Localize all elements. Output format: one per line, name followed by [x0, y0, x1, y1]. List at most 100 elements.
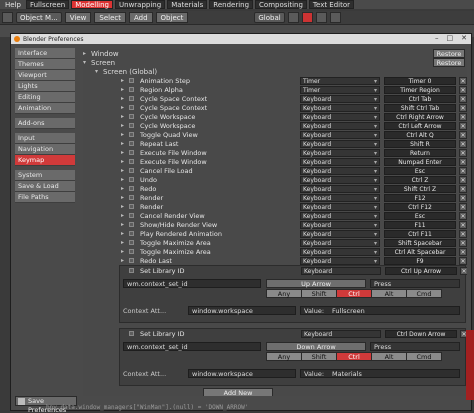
keymap-item-row[interactable]: ▸ Render Keyboard Ctrl F12✕ — [83, 202, 467, 211]
keymap-item-row[interactable]: ▸ Play Rendered Animation Keyboard Ctrl F11… — [83, 229, 467, 238]
active-checkbox[interactable] — [129, 168, 134, 173]
expand-triangle-icon[interactable]: ▸ — [121, 113, 124, 120]
keymap-item-row[interactable]: ▸ Cycle Workspace Keyboard Ctrl Left Arrow✕ — [83, 121, 467, 130]
key-combo-field[interactable]: F11 — [384, 221, 456, 229]
remove-item-icon[interactable]: ✕ — [459, 122, 467, 130]
keymap-item-row[interactable]: ▸ Redo Last Keyboard F9✕ — [83, 256, 467, 265]
map-type-select[interactable]: Timer — [300, 86, 380, 94]
active-checkbox[interactable] — [129, 141, 134, 146]
sidebar-item-viewport[interactable]: Viewport — [15, 70, 75, 81]
modifier-shift-toggle[interactable]: Shift — [301, 352, 337, 361]
expand-triangle-icon[interactable]: ▸ — [121, 140, 124, 147]
expand-triangle-icon[interactable]: ▸ — [121, 95, 124, 102]
active-checkbox[interactable] — [129, 132, 134, 137]
keymap-item-row[interactable]: ▸ Toggle Maximize Area Keyboard Ctrl Alt Sp… — [83, 247, 467, 256]
expand-triangle-icon[interactable]: ▸ — [121, 239, 124, 246]
expand-triangle-icon[interactable]: ▸ — [121, 185, 124, 192]
keymap-item-row[interactable]: ▸ Toggle Maximize Area Keyboard Shift Space… — [83, 238, 467, 247]
expand-triangle-icon[interactable]: ▸ — [121, 212, 124, 219]
map-type-select[interactable]: Keyboard — [300, 95, 380, 103]
remove-item-icon[interactable]: ✕ — [459, 86, 467, 94]
workspace-tab-unwrapping[interactable]: Unwrapping — [115, 0, 166, 9]
map-type-select[interactable]: Keyboard — [300, 230, 380, 238]
modifier-shift-toggle[interactable]: Shift — [301, 289, 337, 298]
restore-screen-button[interactable]: Restore — [433, 58, 465, 67]
active-checkbox[interactable] — [129, 195, 134, 200]
add-new-button[interactable]: Add New — [203, 388, 273, 396]
map-type-select[interactable]: Keyboard — [300, 167, 380, 175]
remove-item-icon[interactable]: ✕ — [459, 212, 467, 220]
map-type-select[interactable]: Keyboard — [300, 122, 380, 130]
expand-triangle-icon[interactable]: ▸ — [121, 176, 124, 183]
overlay-icon[interactable] — [329, 12, 341, 23]
map-type-select[interactable]: Keyboard — [301, 267, 381, 275]
key-combo-field[interactable]: Ctrl Alt Q — [384, 131, 456, 139]
keymap-item-row[interactable]: ▸ Cancel Render View Keyboard Esc✕ — [83, 211, 467, 220]
active-checkbox[interactable] — [129, 177, 134, 182]
key-combo-field[interactable]: Shift Ctrl Tab — [384, 104, 456, 112]
remove-item-icon[interactable]: ✕ — [459, 158, 467, 166]
remove-item-icon[interactable]: ✕ — [459, 167, 467, 175]
expand-triangle-icon[interactable]: ▸ — [121, 158, 124, 165]
sidebar-item-system[interactable]: System — [15, 170, 75, 181]
sidebar-item-add-ons[interactable]: Add-ons — [15, 118, 75, 129]
expand-triangle-icon[interactable]: ▸ — [121, 122, 124, 129]
key-combo-field[interactable]: Timer Region — [384, 86, 456, 94]
active-checkbox[interactable] — [129, 87, 134, 92]
key-combo-field[interactable]: Esc — [384, 212, 456, 220]
sidebar-item-file-paths[interactable]: File Paths — [15, 192, 75, 203]
dialog-titlebar[interactable]: Blender Preferences – □ ✕ — [11, 34, 471, 44]
map-type-select[interactable]: Keyboard — [300, 149, 380, 157]
key-combo-field[interactable]: Shift Ctrl Z — [384, 185, 456, 193]
key-combo-field[interactable]: Return — [384, 149, 456, 157]
editor-type-icon[interactable] — [2, 12, 13, 23]
expand-triangle-icon[interactable]: ▸ — [121, 248, 124, 255]
select-menu[interactable]: Select — [94, 12, 126, 23]
remove-item-icon[interactable]: ✕ — [459, 77, 467, 85]
key-combo-field[interactable]: Numpad Enter — [384, 158, 456, 166]
active-checkbox[interactable] — [129, 231, 134, 236]
context-attribute-field[interactable]: window.workspace — [188, 306, 296, 315]
key-combo-field[interactable]: F12 — [384, 194, 456, 202]
value-field[interactable]: Value: Materials — [300, 369, 460, 378]
keymap-item-row[interactable]: ▸ Cancel File Load Keyboard Esc✕ — [83, 166, 467, 175]
maximize-icon[interactable]: □ — [447, 34, 454, 42]
key-type-button[interactable]: Down Arrow — [266, 342, 366, 351]
expand-triangle-icon[interactable]: ▸ — [121, 257, 124, 264]
modifier-ctrl-toggle[interactable]: Ctrl — [336, 352, 372, 361]
remove-item-icon[interactable]: ✕ — [459, 239, 467, 247]
active-checkbox[interactable] — [129, 268, 134, 273]
expand-triangle-icon[interactable]: ▸ — [121, 167, 124, 174]
map-type-select[interactable]: Keyboard — [300, 203, 380, 211]
map-type-select[interactable]: Keyboard — [300, 158, 380, 166]
sidebar-item-animation[interactable]: Animation — [15, 103, 75, 114]
proportional-icon[interactable] — [315, 12, 327, 23]
key-combo-field[interactable]: F9 — [384, 257, 456, 265]
modifier-ctrl-toggle[interactable]: Ctrl — [336, 289, 372, 298]
add-menu[interactable]: Add — [128, 12, 153, 23]
view-menu[interactable]: View — [64, 12, 92, 23]
map-type-select[interactable]: Keyboard — [300, 221, 380, 229]
modifier-alt-toggle[interactable]: Alt — [371, 352, 407, 361]
orientation-select[interactable]: Global — [254, 12, 285, 23]
section-window[interactable]: ▸ Window Restore — [83, 49, 467, 58]
expand-triangle-icon[interactable]: ▸ — [121, 77, 124, 84]
keymap-item-row[interactable]: ▸ Redo Keyboard Shift Ctrl Z✕ — [83, 184, 467, 193]
map-type-select[interactable]: Keyboard — [300, 113, 380, 121]
operator-id-field[interactable]: wm.context_set_id — [123, 342, 261, 351]
event-value-select[interactable]: Press — [370, 342, 460, 351]
key-combo-field[interactable]: Shift Spacebar — [384, 239, 456, 247]
map-type-select[interactable]: Keyboard — [301, 330, 381, 338]
remove-item-icon[interactable]: ✕ — [460, 267, 467, 275]
active-checkbox[interactable] — [129, 258, 134, 263]
remove-item-icon[interactable]: ✕ — [459, 248, 467, 256]
map-type-select[interactable]: Keyboard — [300, 185, 380, 193]
expand-triangle-icon[interactable]: ▸ — [121, 230, 124, 237]
help-menu[interactable]: Help — [2, 1, 24, 9]
operator-id-field[interactable]: wm.context_set_id — [123, 279, 261, 288]
map-type-select[interactable]: Keyboard — [300, 176, 380, 184]
snap-icon[interactable] — [301, 12, 313, 23]
workspace-tab-modelling[interactable]: Modelling — [71, 0, 114, 9]
keymap-item-row[interactable]: ▸ Execute File Window Keyboard Return✕ — [83, 148, 467, 157]
modifier-any-toggle[interactable]: Any — [266, 289, 302, 298]
